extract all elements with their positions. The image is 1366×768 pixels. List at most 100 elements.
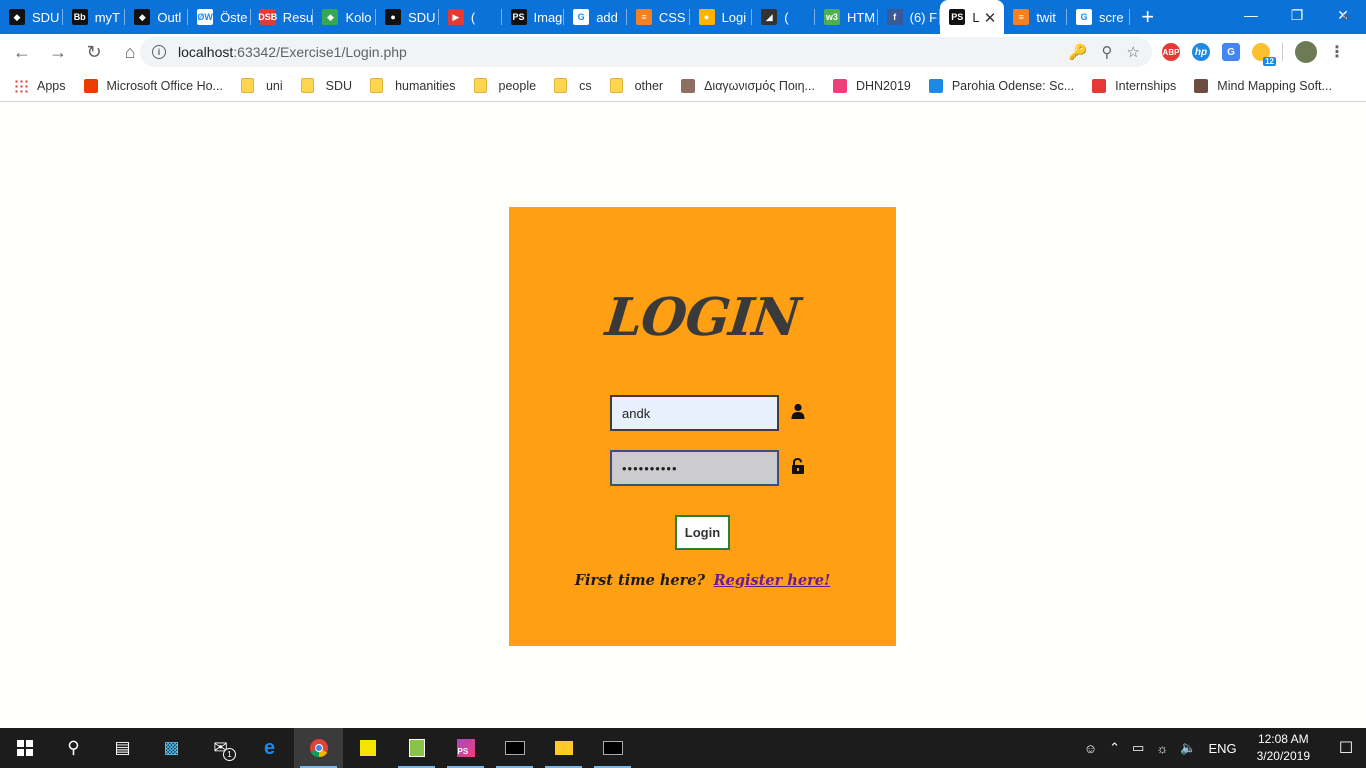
bookmark-item[interactable]: uni — [240, 78, 283, 93]
zoom-icon[interactable]: ⚲ — [1102, 43, 1113, 61]
bookmark-item[interactable]: SDU — [300, 78, 352, 93]
browser-tab[interactable]: ● Logi — [690, 0, 753, 34]
battery-icon[interactable]: ▭ — [1132, 740, 1144, 756]
browser-tab[interactable]: f (6) F — [878, 0, 941, 34]
tab-favicon-icon: G — [573, 9, 590, 25]
tab-favicon-icon: ØW — [197, 9, 214, 25]
bookmark-item[interactable]: Microsoft Office Ho... — [83, 78, 223, 93]
new-tab-button[interactable]: + — [1130, 0, 1166, 34]
search-icon[interactable]: ⚲ — [49, 728, 98, 768]
browser-tab[interactable]: Gadd — [564, 0, 627, 34]
username-input[interactable] — [610, 395, 779, 431]
bookmark-favicon-icon — [681, 78, 696, 93]
key-icon[interactable]: 🔑 — [1069, 43, 1088, 61]
tab-label: myT — [94, 9, 120, 25]
show-hidden-icons-icon[interactable]: ⌃ — [1109, 740, 1120, 756]
browser-tab[interactable]: ◆ SDU — [0, 0, 63, 34]
minimize-button[interactable]: — — [1228, 0, 1274, 30]
task-view-icon[interactable]: ▤ — [98, 728, 147, 768]
notepad-icon[interactable] — [392, 728, 441, 768]
bookmarks-overflow-icon[interactable]: » — [1342, 8, 1350, 24]
adblock-icon[interactable]: ABP — [1162, 43, 1180, 61]
browser-tab[interactable]: PS Imag — [502, 0, 565, 34]
tab-favicon-icon: ◆ — [322, 9, 339, 25]
browser-tab[interactable]: ▶( — [439, 0, 502, 34]
reload-button[interactable]: ↻ — [78, 36, 110, 68]
bookmark-item[interactable]: Apps — [14, 78, 66, 93]
bookmark-star-icon[interactable]: ☆ — [1127, 43, 1140, 61]
windows-logo-icon — [16, 740, 33, 756]
tab-label: SDU — [32, 9, 60, 25]
phpstorm-icon[interactable]: PS — [441, 728, 490, 768]
browser-tab[interactable]: ≡ twit — [1004, 0, 1067, 34]
browser-tab[interactable]: Gscre — [1067, 0, 1130, 34]
browser-tab[interactable]: ● SDU — [376, 0, 439, 34]
back-button[interactable]: ← — [6, 36, 38, 68]
bookmark-item[interactable]: Διαγωνισμός Ποιη... — [681, 78, 815, 93]
file-explorer-icon[interactable] — [539, 728, 588, 768]
tab-label: CSS — [658, 9, 686, 25]
tab-favicon-icon: PS — [510, 9, 527, 25]
bookmark-item[interactable]: people — [473, 78, 536, 93]
menu-icon[interactable]: ⋮ — [1329, 42, 1345, 62]
tab-favicon-icon: f — [886, 9, 903, 25]
folder-icon — [240, 78, 254, 93]
tab-label: ( — [470, 9, 476, 25]
page-content: LOGIN Login First time here? Register he… — [0, 103, 1366, 728]
browser-tab[interactable]: ØW Öste — [188, 0, 251, 34]
address-bar[interactable]: i localhost:63342/Exercise1/Login.php 🔑 … — [140, 37, 1152, 67]
bookmark-item[interactable]: Internships — [1092, 78, 1176, 93]
tab-favicon-icon: G — [1076, 9, 1092, 25]
password-input[interactable] — [610, 450, 779, 486]
browser-tab-active[interactable]: PS L ✕ — [940, 0, 1005, 34]
bookmark-item[interactable]: DHN2019 — [832, 78, 911, 93]
terminal-icon-2[interactable] — [588, 728, 637, 768]
mail-icon[interactable]: ✉ 1 — [196, 728, 245, 768]
browser-tab[interactable]: ◢( — [752, 0, 815, 34]
bookmark-label: Apps — [37, 78, 66, 93]
browser-tab[interactable]: DSB Resu — [251, 0, 314, 34]
sticky-notes-icon[interactable] — [343, 728, 392, 768]
bookmark-item[interactable]: cs — [554, 78, 592, 93]
browser-tab[interactable]: w3 HTM — [815, 0, 878, 34]
site-info-icon[interactable]: i — [152, 45, 166, 59]
translate-icon[interactable]: G — [1222, 43, 1240, 61]
maximize-button[interactable]: ❐ — [1274, 0, 1320, 30]
language-indicator[interactable]: ENG — [1208, 741, 1236, 756]
system-tray: ☺ ⌃ ▭ ☼ 🔈 ENG 12:08 AM 3/20/2019 ☐ — [1084, 728, 1366, 768]
bookmark-item[interactable]: humanities — [370, 78, 456, 93]
office-icon — [83, 78, 98, 93]
people-icon[interactable]: ☺ — [1084, 741, 1097, 756]
bookmark-item[interactable]: Mind Mapping Soft... — [1194, 78, 1332, 93]
browser-tab[interactable]: ◆ Kolo — [313, 0, 376, 34]
tab-favicon-icon: PS — [949, 9, 966, 25]
weather-icon[interactable]: 12 — [1252, 43, 1276, 66]
bookmark-item[interactable]: other — [609, 78, 663, 93]
people-computer-icon[interactable]: ▩ — [147, 728, 196, 768]
wifi-icon[interactable]: ☼ — [1156, 741, 1168, 756]
hp-icon[interactable]: hp — [1192, 43, 1210, 61]
folder-icon — [609, 78, 623, 93]
tab-favicon-icon: ▶ — [447, 9, 464, 25]
notifications-icon[interactable]: ☐ — [1326, 738, 1366, 758]
tab-close-icon[interactable]: ✕ — [984, 9, 997, 27]
bookmark-item[interactable]: Parohia Odense: Sc... — [928, 78, 1074, 93]
login-title: LOGIN — [602, 287, 803, 348]
volume-icon[interactable]: 🔈 — [1180, 740, 1196, 756]
browser-tab[interactable]: Bb myT — [63, 0, 126, 34]
login-button[interactable]: Login — [675, 515, 730, 550]
chrome-icon[interactable] — [294, 728, 343, 768]
folder-icon — [370, 78, 384, 93]
tab-favicon-icon: ● — [698, 9, 715, 25]
tab-label: twit — [1036, 9, 1056, 25]
clock[interactable]: 12:08 AM 3/20/2019 — [1257, 731, 1310, 765]
browser-tab[interactable]: ≡ CSS — [627, 0, 690, 34]
browser-tab[interactable]: ◆ Outl — [125, 0, 188, 34]
start-button[interactable] — [0, 728, 49, 768]
forward-button[interactable]: → — [42, 36, 74, 68]
profile-avatar[interactable] — [1295, 41, 1317, 63]
terminal-icon[interactable] — [490, 728, 539, 768]
edge-icon[interactable]: e — [245, 728, 294, 768]
register-link[interactable]: Register here! — [714, 572, 831, 589]
tab-label: Kolo — [345, 9, 372, 25]
